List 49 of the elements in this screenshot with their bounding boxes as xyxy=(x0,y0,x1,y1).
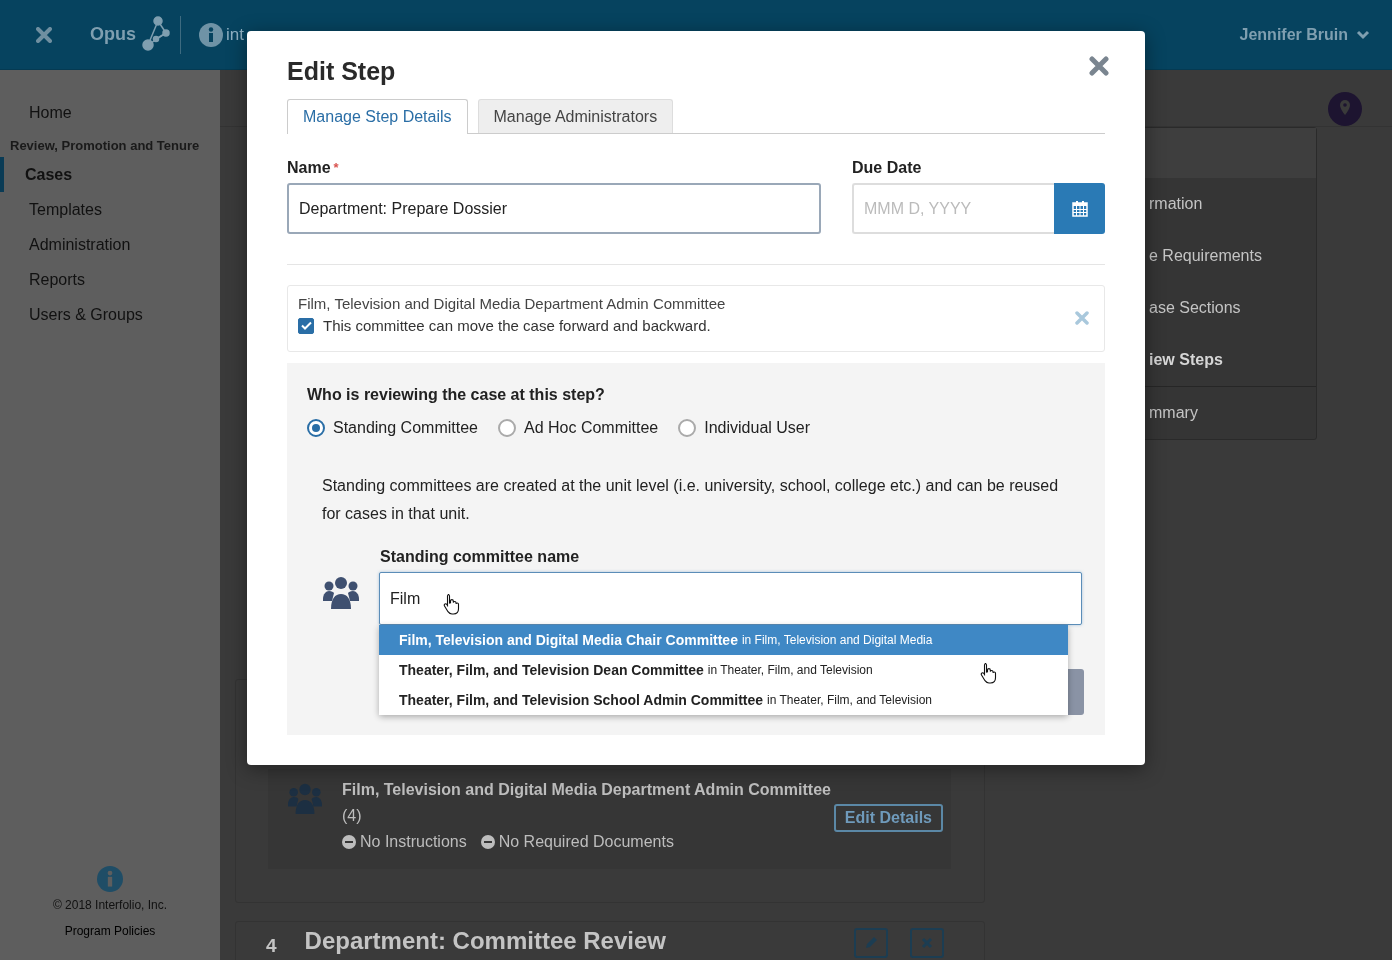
info-icon xyxy=(97,866,123,892)
committee-title: Film, Television and Digital Media Department Admin Committee xyxy=(342,781,831,799)
date-input[interactable]: MMM D, YYYY xyxy=(852,183,1054,234)
field-label: Due Date xyxy=(852,158,922,178)
description-text: Standing committees are created at the unit level (i.e. university, school, college etc.) and can be reused for cases in that unit. xyxy=(322,476,1060,524)
radio-option[interactable]: Standing Committee xyxy=(307,419,478,437)
close-icon xyxy=(921,937,933,949)
minus-circle-icon xyxy=(342,835,356,849)
group-icon xyxy=(323,574,359,610)
required-mark: * xyxy=(333,159,339,177)
chevron-down-icon[interactable] xyxy=(1356,29,1370,40)
pencil-icon xyxy=(864,936,878,950)
hand-cursor-icon xyxy=(443,593,461,615)
partner-logo-text: int xyxy=(226,24,244,45)
user-name[interactable]: Jennifer Bruin xyxy=(1239,25,1348,44)
close-button[interactable] xyxy=(1089,56,1109,79)
group-icon xyxy=(288,781,322,815)
radio-option[interactable]: Individual User xyxy=(678,419,811,437)
question-text: Who is reviewing the case at this step? xyxy=(307,385,606,405)
suggestion-option[interactable]: Film, Television and Digital Media Chair Committee in Film, Television and Digital Media xyxy=(379,625,1068,655)
close-icon[interactable] xyxy=(36,26,52,43)
remove-button[interactable] xyxy=(1075,311,1089,328)
suggestion-option[interactable]: Theater, Film, and Television School Admin Committee in Theater, Film, and Television xyxy=(379,685,1068,715)
checkbox-label: This committee can move the case forward and backward. xyxy=(323,317,711,334)
field-label: Name xyxy=(287,158,331,178)
step-number: 4 xyxy=(266,935,277,957)
member-count: (4) xyxy=(342,807,363,825)
info-icon xyxy=(199,22,223,47)
committee-search-field[interactable]: Film xyxy=(379,572,1082,625)
dialog-title: Edit Step xyxy=(287,56,396,86)
logo-text: Opus xyxy=(90,24,136,45)
calendar-icon xyxy=(1071,200,1088,217)
status-tag: No Required Documents xyxy=(498,833,674,851)
name-input[interactable]: Department: Prepare Dossier xyxy=(287,183,821,234)
section-heading: Review, Promotion and Tenure xyxy=(9,137,201,155)
copyright-text: © 2018 Interfolio, Inc. xyxy=(52,898,168,912)
hand-cursor-icon xyxy=(980,662,998,684)
checkbox[interactable] xyxy=(298,317,314,334)
suggestion-option[interactable]: Theater, Film, and Television Dean Committee in Theater, Film, and Television xyxy=(379,655,1068,685)
edit-details-button[interactable]: Edit Details xyxy=(833,804,943,832)
field-label: Standing committee name xyxy=(380,547,581,567)
radio-option[interactable]: Ad Hoc Committee xyxy=(497,419,659,437)
tab[interactable]: Manage Administrators xyxy=(477,99,674,133)
minus-circle-icon xyxy=(480,835,495,849)
step-title: Department: Committee Review xyxy=(304,928,666,954)
tab[interactable]: Manage Step Details xyxy=(287,99,468,134)
calendar-button[interactable] xyxy=(1054,183,1105,234)
committee-name: Film, Television and Digital Media Department Admin Committee xyxy=(298,295,727,312)
status-tag: No Instructions xyxy=(360,833,467,851)
